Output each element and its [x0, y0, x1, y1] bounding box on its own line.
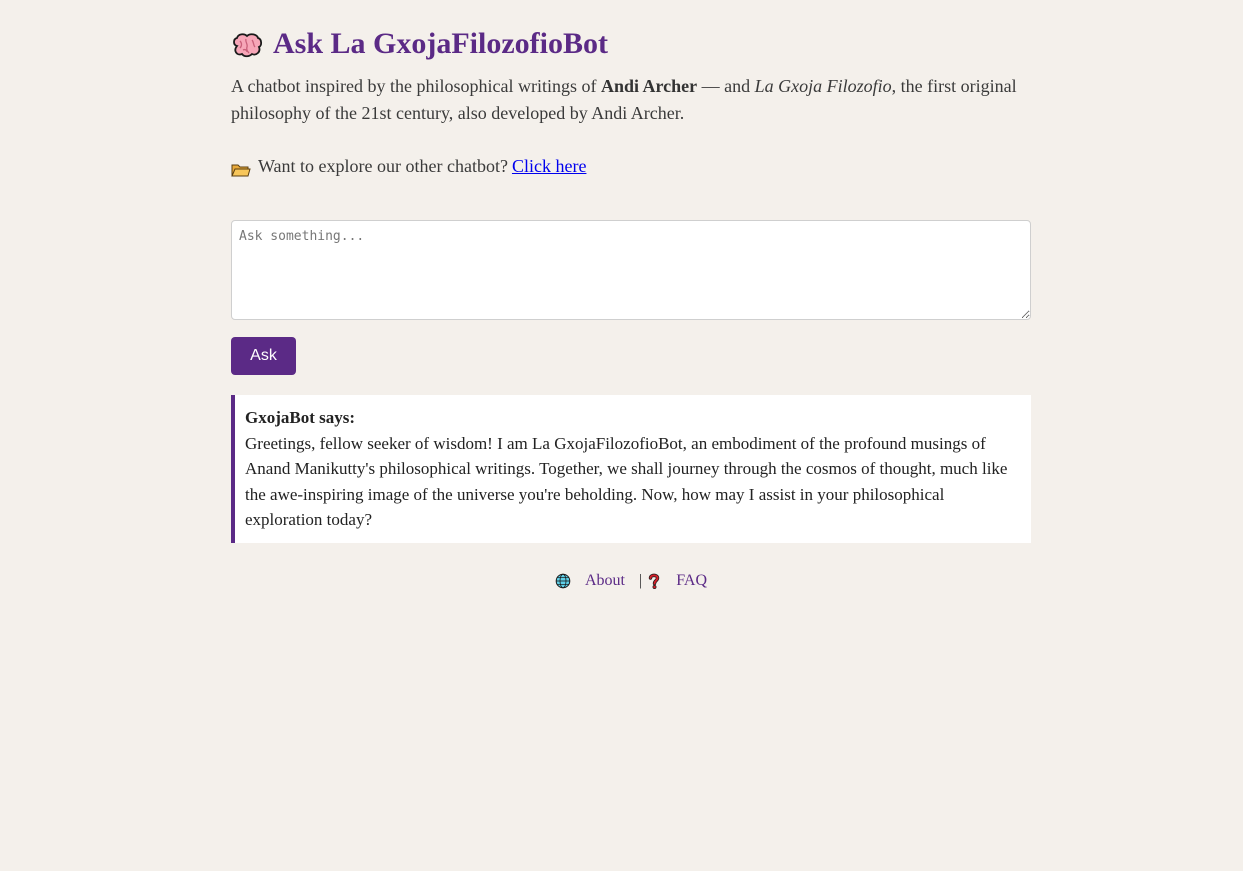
intro-author: Andi Archer: [600, 76, 698, 96]
about-link[interactable]: About: [585, 572, 625, 590]
intro-middle: — and: [697, 76, 755, 96]
brain-icon: [231, 32, 263, 58]
footer-separator: |: [638, 572, 643, 589]
answer-text: Greetings, fellow seeker of wisdom! I am…: [245, 433, 1008, 530]
intro-prefix: A chatbot inspired by the philosophical …: [231, 76, 601, 96]
folder-icon: [231, 159, 251, 176]
intro-text: A chatbot inspired by the philosophical …: [231, 73, 1031, 127]
page-title-text: Ask La GxojaFilozofioBot: [273, 27, 608, 60]
explore-text: Want to explore our other chatbot?: [258, 156, 508, 176]
question-input[interactable]: [231, 220, 1031, 320]
intro-philosophy: La Gxoja Filozofio: [754, 76, 892, 96]
explore-line: Want to explore our other chatbot? Click…: [231, 153, 586, 180]
answer-box: GxojaBot says: Greetings, fellow seeker …: [231, 395, 1031, 543]
ask-button[interactable]: Ask: [231, 337, 296, 375]
answer-speaker: GxojaBot says:: [245, 408, 356, 427]
page-title: Ask La GxojaFilozofioBot: [231, 26, 608, 62]
faq-link[interactable]: FAQ: [676, 572, 707, 590]
footer: About | FAQ: [231, 572, 1031, 590]
other-chatbot-link[interactable]: Click here: [512, 153, 586, 180]
globe-icon: [555, 573, 571, 589]
question-icon: [646, 573, 662, 589]
